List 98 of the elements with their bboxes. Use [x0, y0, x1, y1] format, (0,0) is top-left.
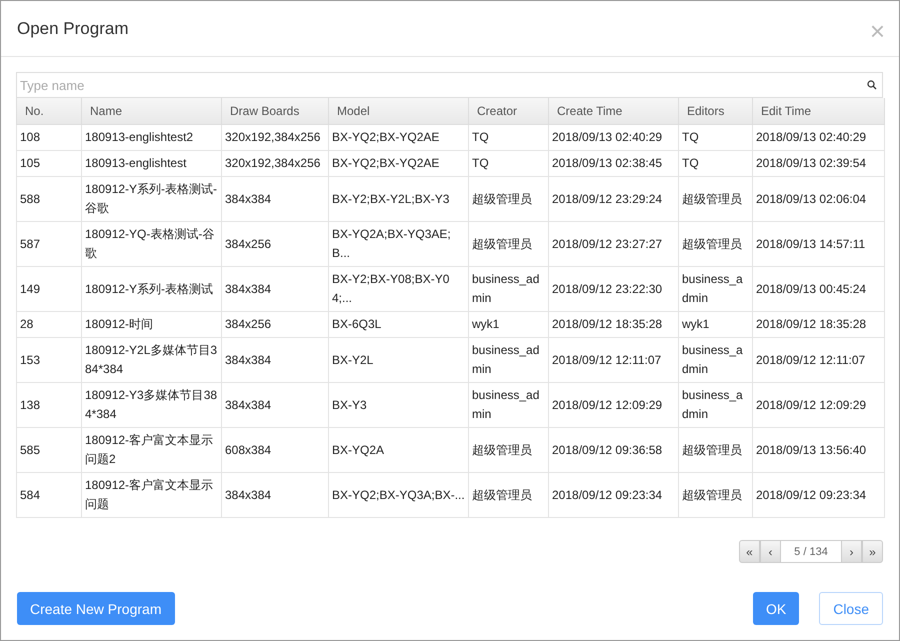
table-cell: 180913-englishtest2 [82, 124, 222, 150]
table-cell: 2018/09/13 14:57:11 [752, 222, 884, 266]
ok-button[interactable]: OK [752, 592, 800, 625]
search-icon [867, 80, 877, 90]
table-cell: BX-Y2;BX-Y08;BX-Y04;... [328, 266, 468, 312]
table-cell: 180912-Y系列-表格测试 [82, 266, 222, 312]
table-cell: 153 [16, 338, 82, 382]
table-cell: 超级管理员 [468, 222, 548, 266]
table-cell: 超级管理员 [468, 472, 548, 518]
table-cell: 180912-Y3多媒体节目384*384 [82, 382, 222, 428]
table-cell: 608x384 [222, 428, 328, 472]
table-cell: TQ [678, 124, 752, 150]
table-cell: 超级管理员 [678, 222, 752, 266]
table-cell: 2018/09/12 09:23:34 [548, 472, 678, 518]
table-cell: BX-YQ2A [328, 428, 468, 472]
table-cell: TQ [678, 150, 752, 176]
table-cell: BX-Y2;BX-Y2L;BX-Y3 [328, 176, 468, 222]
table-cell: 180912-Y系列-表格测试-谷歌 [82, 176, 222, 222]
table-cell: 2018/09/12 18:35:28 [752, 312, 884, 338]
table-cell: 180912-Y2L多媒体节目384*384 [82, 338, 222, 382]
table-cell: 587 [16, 222, 82, 266]
column-header[interactable]: Creator [468, 98, 548, 124]
table-cell: 585 [16, 428, 82, 472]
table-cell: 108 [16, 124, 82, 150]
table-cell: business_admin [678, 338, 752, 382]
table-cell: business_admin [468, 266, 548, 312]
table-cell: 105 [16, 150, 82, 176]
table-cell: 384x384 [222, 338, 328, 382]
table-cell: 320x192,384x256 [222, 150, 328, 176]
table-cell: 2018/09/12 12:11:07 [548, 338, 678, 382]
column-header[interactable]: No. [16, 98, 82, 124]
table-cell: 2018/09/12 12:09:29 [548, 382, 678, 428]
table-cell: BX-YQ2;BX-YQ3A;BX-... [328, 472, 468, 518]
table-cell: BX-YQ2;BX-YQ2AE [328, 124, 468, 150]
column-header[interactable]: Name [82, 98, 222, 124]
table-cell: BX-6Q3L [328, 312, 468, 338]
table-cell: 149 [16, 266, 82, 312]
table-cell: 588 [16, 176, 82, 222]
table-cell: 2018/09/13 02:38:45 [548, 150, 678, 176]
table-cell: BX-YQ2;BX-YQ2AE [328, 150, 468, 176]
table-cell: 2018/09/13 02:40:29 [548, 124, 678, 150]
table-cell: 180912-时间 [82, 312, 222, 338]
table-cell: 超级管理员 [678, 176, 752, 222]
column-header[interactable]: Create Time [548, 98, 678, 124]
table-cell: 2018/09/12 23:27:27 [548, 222, 678, 266]
table-cell: 384x256 [222, 222, 328, 266]
table-cell: business_admin [468, 338, 548, 382]
table-cell: BX-Y3 [328, 382, 468, 428]
create-program-button[interactable]: Create New Program [17, 592, 174, 625]
table-cell: 超级管理员 [468, 176, 548, 222]
table-cell: 384x256 [222, 312, 328, 338]
table-cell: 320x192,384x256 [222, 124, 328, 150]
table-cell: 384x384 [222, 382, 328, 428]
table-cell: 2018/09/12 23:22:30 [548, 266, 678, 312]
table-cell: 180912-YQ-表格测试-谷歌 [82, 222, 222, 266]
table-cell: wyk1 [468, 312, 548, 338]
column-header[interactable]: Editors [678, 98, 752, 124]
table-cell: 384x384 [222, 472, 328, 518]
table-cell: business_admin [678, 382, 752, 428]
table-cell: BX-YQ2A;BX-YQ3AE;B... [328, 222, 468, 266]
table-cell: 超级管理员 [678, 472, 752, 518]
column-header[interactable]: Edit Time [752, 98, 884, 124]
table-cell: TQ [468, 150, 548, 176]
table-cell: 2018/09/12 09:36:58 [548, 428, 678, 472]
table-cell: 超级管理员 [678, 428, 752, 472]
table-cell: 138 [16, 382, 82, 428]
column-header[interactable]: Draw Boards [222, 98, 328, 124]
column-header[interactable]: Model [328, 98, 468, 124]
table-cell: 28 [16, 312, 82, 338]
table-cell: 2018/09/13 02:06:04 [752, 176, 884, 222]
table-cell: 384x384 [222, 176, 328, 222]
previous-page-button[interactable]: ‹ [760, 540, 781, 563]
table-cell: 超级管理员 [468, 428, 548, 472]
table-cell: business_admin [678, 266, 752, 312]
last-page-button[interactable]: » [862, 540, 883, 563]
table-cell: 2018/09/13 00:45:24 [752, 266, 884, 312]
table-cell: 2018/09/12 23:29:24 [548, 176, 678, 222]
table-cell: BX-Y2L [328, 338, 468, 382]
first-page-button[interactable]: « [739, 540, 760, 563]
search-field[interactable]: Type name [16, 72, 883, 98]
table-cell: 180913-englishtest [82, 150, 222, 176]
table-cell: 384x384 [222, 266, 328, 312]
table-cell: 2018/09/12 18:35:28 [548, 312, 678, 338]
table-cell: 2018/09/12 12:11:07 [752, 338, 884, 382]
table-cell: 180912-客户富文本显示问题 [82, 472, 222, 518]
table-cell: 2018/09/12 12:09:29 [752, 382, 884, 428]
table-cell: 180912-客户富文本显示问题2 [82, 428, 222, 472]
close-dialog-button[interactable]: Close [819, 592, 883, 625]
table-cell: business_admin [468, 382, 548, 428]
table-cell: wyk1 [678, 312, 752, 338]
dialog-title: Open Program [17, 18, 128, 38]
table-cell: 2018/09/13 13:56:40 [752, 428, 884, 472]
next-page-button[interactable]: › [841, 540, 862, 563]
table-cell: 2018/09/13 02:39:54 [752, 150, 884, 176]
table-cell: 2018/09/13 02:40:29 [752, 124, 884, 150]
table-cell: 584 [16, 472, 82, 518]
table-cell: TQ [468, 124, 548, 150]
table-cell: 2018/09/12 09:23:34 [752, 472, 884, 518]
